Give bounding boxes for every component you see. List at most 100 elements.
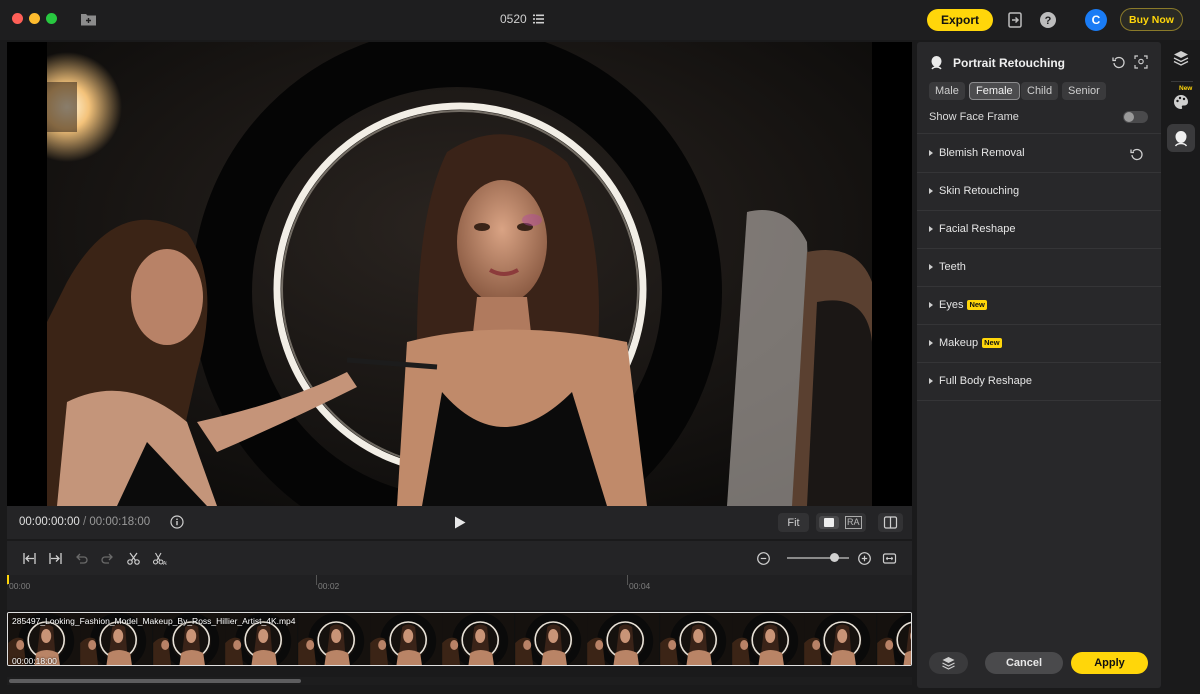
export-button[interactable]: Export xyxy=(927,9,993,31)
palette-icon xyxy=(1174,95,1188,109)
timecode-display: 00:00:00:00 / 00:00:18:00 xyxy=(19,516,150,528)
section-blemish-removal[interactable]: Blemish Removal xyxy=(917,135,1161,173)
ruler-tick-label: 00:00 xyxy=(9,581,31,591)
total-duration: 00:00:18:00 xyxy=(89,516,151,528)
new-badge: New xyxy=(982,338,1002,348)
timeline-zoom-handle[interactable] xyxy=(830,553,839,562)
scrollbar-thumb[interactable] xyxy=(9,679,301,683)
new-badge: New xyxy=(967,300,987,310)
clip-thumbnail xyxy=(732,613,805,665)
face-detect-icon[interactable] xyxy=(1134,55,1148,69)
section-label: Facial Reshape xyxy=(939,223,1016,235)
ai-cut-icon[interactable]: AI xyxy=(152,551,167,566)
new-project-icon[interactable] xyxy=(80,12,97,26)
section-label: Blemish Removal xyxy=(939,147,1025,159)
gender-child-button[interactable]: Child xyxy=(1021,82,1059,100)
view-mode-toggle[interactable]: RA xyxy=(816,513,866,532)
minimize-window-button[interactable] xyxy=(29,13,40,24)
fit-zoom-button[interactable]: Fit xyxy=(778,513,809,532)
video-preview[interactable] xyxy=(7,42,912,506)
user-avatar[interactable]: C xyxy=(1085,9,1107,31)
video-frame-image xyxy=(47,42,872,506)
clip-name: 285497_Looking_Fashion_Model_Makeup_By_R… xyxy=(12,616,296,626)
timeline-ruler[interactable]: 00:00 00:02 00:04 xyxy=(7,575,912,610)
ruler-tick-line xyxy=(627,575,628,585)
time-separator: / xyxy=(82,516,87,528)
fit-timeline-icon[interactable] xyxy=(882,551,897,566)
gender-male-button[interactable]: Male xyxy=(929,82,965,100)
show-face-frame-toggle[interactable] xyxy=(1123,111,1148,123)
timeline-toolbar: AI xyxy=(7,541,912,575)
trim-end-icon[interactable] xyxy=(48,551,63,566)
face-icon xyxy=(931,56,942,70)
buy-now-button[interactable]: Buy Now xyxy=(1120,8,1183,31)
video-clip[interactable]: 285497_Looking_Fashion_Model_Makeup_By_R… xyxy=(7,612,912,666)
apply-button[interactable]: Apply xyxy=(1071,652,1148,674)
layers-button[interactable] xyxy=(929,652,968,674)
close-window-button[interactable] xyxy=(12,13,23,24)
before-after-view-button[interactable]: RA xyxy=(845,516,862,529)
show-face-frame-label: Show Face Frame xyxy=(929,111,1019,123)
section-teeth[interactable]: Teeth xyxy=(917,249,1161,287)
section-skin-retouching[interactable]: Skin Retouching xyxy=(917,173,1161,211)
timeline-horizontal-scrollbar[interactable] xyxy=(7,677,912,685)
clip-thumbnail xyxy=(876,613,911,665)
expand-arrow-icon xyxy=(929,340,933,346)
panel-title: Portrait Retouching xyxy=(953,56,1066,70)
clip-duration: 00:00:18:00 xyxy=(12,656,57,666)
gender-female-button[interactable]: Female xyxy=(969,82,1020,100)
section-label: Skin Retouching xyxy=(939,185,1020,197)
svg-text:AI: AI xyxy=(163,561,167,566)
panel-header: Portrait Retouching Male Female Child Se… xyxy=(917,42,1161,134)
zoom-in-icon[interactable] xyxy=(857,551,872,566)
info-icon[interactable] xyxy=(170,515,184,529)
title-bar: 0520 Export ? C Buy Now xyxy=(0,0,1200,40)
tool-rail: New xyxy=(1163,42,1200,688)
playhead[interactable] xyxy=(7,575,9,584)
svg-text:?: ? xyxy=(1045,15,1052,27)
portrait-retouching-panel: Portrait Retouching Male Female Child Se… xyxy=(917,42,1161,688)
expand-arrow-icon xyxy=(929,188,933,194)
rail-divider xyxy=(1171,81,1193,82)
layers-icon xyxy=(942,657,955,670)
play-button[interactable] xyxy=(454,516,466,529)
expand-arrow-icon xyxy=(929,264,933,270)
clip-thumbnail xyxy=(442,613,515,665)
section-label: Full Body Reshape xyxy=(939,375,1032,387)
trim-start-icon[interactable] xyxy=(22,551,37,566)
zoom-window-button[interactable] xyxy=(46,13,57,24)
split-view-icon[interactable] xyxy=(878,513,903,532)
cancel-button[interactable]: Cancel xyxy=(985,652,1063,674)
redo-icon[interactable] xyxy=(100,551,115,566)
split-clip-icon[interactable] xyxy=(126,551,141,566)
clip-thumbnail xyxy=(659,613,732,665)
section-full-body-reshape[interactable]: Full Body Reshape xyxy=(917,363,1161,401)
rail-portrait-button[interactable] xyxy=(1167,124,1195,152)
timeline-zoom-slider[interactable] xyxy=(787,557,849,559)
layers-icon xyxy=(1173,51,1189,66)
single-view-button[interactable] xyxy=(819,516,839,529)
expand-arrow-icon xyxy=(929,302,933,308)
section-makeup[interactable]: Makeup New xyxy=(917,325,1161,363)
section-eyes[interactable]: Eyes New xyxy=(917,287,1161,325)
playback-bar: 00:00:00:00 / 00:00:18:00 Fit RA xyxy=(7,506,912,539)
help-icon[interactable]: ? xyxy=(1039,11,1057,29)
clip-thumbnail xyxy=(370,613,443,665)
import-icon[interactable] xyxy=(1006,11,1024,29)
new-badge: New xyxy=(1179,85,1193,92)
expand-arrow-icon xyxy=(929,150,933,156)
rail-palette-button[interactable] xyxy=(1167,88,1195,116)
section-label: Makeup xyxy=(939,337,979,349)
reset-icon[interactable] xyxy=(1130,147,1144,161)
zoom-out-icon[interactable] xyxy=(756,551,771,566)
gender-senior-button[interactable]: Senior xyxy=(1062,82,1106,100)
section-label: Eyes xyxy=(939,299,964,311)
undo-icon[interactable] xyxy=(74,551,89,566)
rail-layers-button[interactable] xyxy=(1167,44,1195,72)
project-title[interactable]: 0520 xyxy=(500,12,544,26)
clip-thumbnail xyxy=(587,613,660,665)
reset-icon[interactable] xyxy=(1112,55,1126,69)
ruler-tick-line xyxy=(316,575,317,585)
clip-thumbnail xyxy=(297,613,370,665)
section-facial-reshape[interactable]: Facial Reshape xyxy=(917,211,1161,249)
